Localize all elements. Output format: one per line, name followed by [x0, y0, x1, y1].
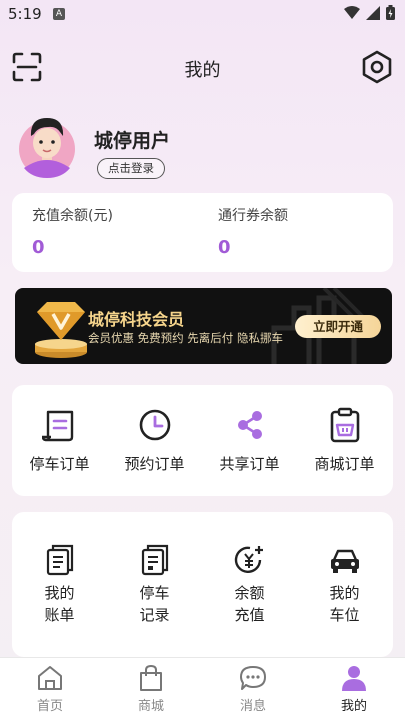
my-bill-label: 我的账单 [44, 584, 75, 624]
tab-messages-label: 消息 [239, 699, 266, 714]
voucher-balance[interactable]: 通行券余额 0 [218, 205, 288, 258]
top-bar: 我的 [0, 44, 405, 92]
message-icon [240, 666, 266, 690]
reservation-orders-item[interactable]: 预约订单 [107, 407, 202, 474]
tab-mine[interactable]: 我的 [314, 664, 394, 714]
mall-orders-label: 商城订单 [314, 455, 375, 473]
tab-mall[interactable]: 商城 [111, 664, 191, 714]
status-time: 5:19 [8, 5, 42, 23]
tab-home-label: 首页 [36, 699, 63, 714]
tab-messages[interactable]: 消息 [213, 664, 293, 714]
username: 城停用户 [94, 130, 171, 152]
parking-record-item[interactable]: 停车记录 [107, 544, 202, 626]
home-icon [38, 666, 62, 690]
my-parking-space-item[interactable]: 我的车位 [297, 544, 392, 626]
mall-orders-item[interactable]: 商城订单 [297, 407, 392, 474]
tab-bar: 首页 商城 消息 我的 [0, 657, 405, 720]
voucher-balance-value: 0 [218, 237, 231, 258]
tools-card: 我的账单 停车记录 余额充值 我的车位 [12, 512, 393, 657]
tab-home[interactable]: 首页 [10, 664, 90, 714]
recharge-balance[interactable]: 充值余额(元) 0 [32, 205, 113, 258]
battery-icon [386, 5, 395, 20]
person-icon [342, 666, 366, 691]
shared-orders-label: 共享订单 [219, 455, 280, 473]
my-parking-space-label: 我的车位 [329, 584, 360, 624]
vip-banner[interactable]: 城停科技会员 会员优惠 免费预约 先离后付 隐私挪车 立即开通 [15, 288, 392, 364]
tab-mall-label: 商城 [137, 699, 164, 714]
clock-icon [139, 409, 170, 441]
my-bill-item[interactable]: 我的账单 [12, 544, 107, 626]
balance-recharge-item[interactable]: 余额充值 [202, 544, 297, 626]
recharge-balance-value: 0 [32, 237, 45, 258]
status-bar: 5:19 A [0, 0, 405, 28]
tab-mine-label: 我的 [340, 699, 367, 714]
recharge-balance-label: 充值余额(元) [32, 208, 113, 224]
parking-orders-label: 停车订单 [29, 455, 90, 473]
vip-title: 城停科技会员 [88, 310, 185, 329]
basket-clipboard-icon [330, 407, 359, 443]
record-icon [141, 544, 168, 576]
page-title: 我的 [184, 60, 221, 81]
wifi-icon [344, 5, 360, 19]
settings-icon[interactable] [361, 50, 393, 84]
yuan-recharge-icon [234, 546, 263, 574]
balance-recharge-label: 余额充值 [234, 584, 265, 624]
vip-subtitle: 会员优惠 免费预约 先离后付 隐私挪车 [88, 331, 283, 345]
parking-record-label: 停车记录 [139, 584, 170, 624]
shopping-bag-icon [140, 664, 162, 691]
status-icons [344, 5, 395, 20]
profile-section: 城停用户 点击登录 [18, 112, 388, 184]
share-icon [237, 411, 262, 439]
voucher-balance-label: 通行券余额 [218, 208, 288, 224]
orders-card: 停车订单 预约订单 共享订单 商城订单 [12, 385, 393, 496]
vip-diamond-icon [35, 302, 87, 358]
bill-icon [46, 544, 73, 576]
vip-open-button[interactable]: 立即开通 [295, 315, 381, 338]
signal-icon [366, 5, 380, 20]
parking-orders-item[interactable]: 停车订单 [12, 407, 107, 474]
notification-icon: A [53, 8, 65, 20]
car-icon [330, 549, 359, 573]
scroll-icon [41, 410, 73, 442]
login-button[interactable]: 点击登录 [97, 158, 165, 179]
reservation-orders-label: 预约订单 [124, 455, 185, 473]
shared-orders-item[interactable]: 共享订单 [202, 407, 297, 474]
avatar[interactable] [18, 112, 76, 178]
balance-card: 充值余额(元) 0 通行券余额 0 [12, 193, 393, 272]
